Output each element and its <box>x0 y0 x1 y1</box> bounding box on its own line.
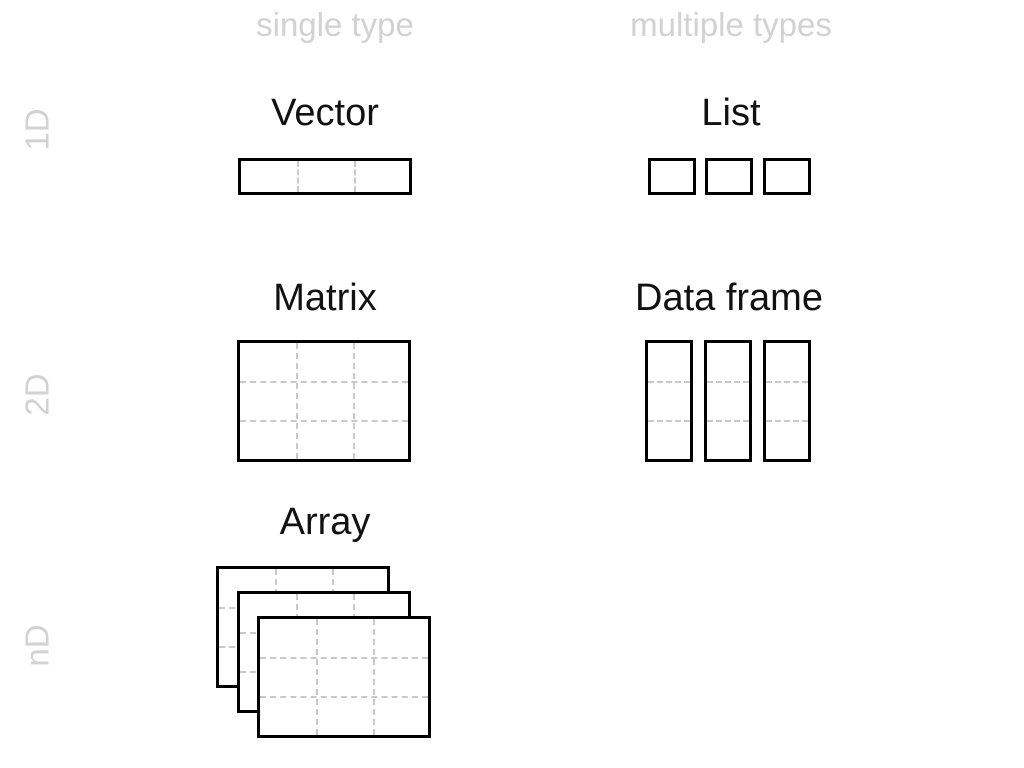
matrix-grid-line-h1 <box>240 381 408 383</box>
dataframe-grid-line-h2 <box>707 420 749 422</box>
dataframe-column <box>645 340 693 462</box>
row-label-2d: 2D <box>18 373 56 416</box>
diagram-canvas: single type multiple types 1D 2D nD Vect… <box>0 0 1024 768</box>
vector-title: Vector <box>271 92 379 134</box>
vector-grid-line-v1 <box>297 161 299 192</box>
dataframe-title: Data frame <box>635 277 823 319</box>
list-box <box>648 158 696 195</box>
list-title: List <box>701 92 761 134</box>
column-header-single-type: single type <box>256 6 414 43</box>
column-header-multiple-types: multiple types <box>630 6 832 43</box>
array-layer-front <box>257 616 431 738</box>
matrix-diagram <box>237 340 411 462</box>
dataframe-column <box>763 340 811 462</box>
list-box <box>763 158 811 195</box>
dataframe-grid-line-h1 <box>707 381 749 383</box>
row-label-1d: 1D <box>18 108 56 151</box>
array-grid-line-h1 <box>260 657 428 659</box>
matrix-grid-line-v2 <box>353 343 355 459</box>
array-grid-line-v1 <box>316 619 318 735</box>
matrix-grid-line-h2 <box>240 420 408 422</box>
dataframe-grid-line-h1 <box>766 381 808 383</box>
vector-diagram <box>238 158 412 195</box>
matrix-title: Matrix <box>273 277 377 319</box>
matrix-grid-line-v1 <box>296 343 298 459</box>
row-label-nd: nD <box>18 624 56 667</box>
dataframe-column <box>704 340 752 462</box>
dataframe-grid-line-h1 <box>648 381 690 383</box>
dataframe-grid-line-h2 <box>648 420 690 422</box>
array-grid-line-h2 <box>260 696 428 698</box>
array-grid-line-v2 <box>373 619 375 735</box>
dataframe-grid-line-h2 <box>766 420 808 422</box>
list-box <box>705 158 753 195</box>
array-title: Array <box>279 501 371 543</box>
vector-grid-line-v2 <box>354 161 356 192</box>
